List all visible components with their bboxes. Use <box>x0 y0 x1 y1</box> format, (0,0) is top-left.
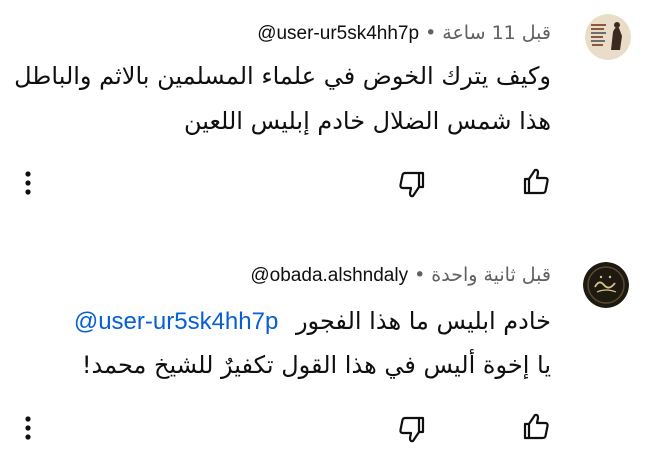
comment-text-line: وكيف يترك الخوض في علماء المسلمين بالاثم… <box>14 62 551 90</box>
more-options-button[interactable] <box>11 166 45 200</box>
comment-text: خادم ابليس ما هذا الفجور <box>295 307 551 335</box>
thumbs-down-icon <box>399 171 425 198</box>
comment-header: @obada.alshndaly • قبل ثانية واحدة <box>250 264 551 287</box>
author-avatar[interactable] <box>585 14 631 60</box>
thumbs-down-icon <box>399 416 425 443</box>
more-options-button[interactable] <box>11 411 45 445</box>
thumbs-up-icon <box>523 413 549 440</box>
separator-dot: • <box>414 264 426 286</box>
thumbs-up-icon <box>523 168 549 195</box>
author-handle[interactable]: @user-ur5sk4hh7p <box>257 23 419 44</box>
more-vert-icon <box>25 171 31 195</box>
author-handle[interactable]: @obada.alshndaly <box>250 265 408 286</box>
comment-time[interactable]: قبل 11 ساعة <box>442 22 551 44</box>
separator-dot: • <box>425 22 437 44</box>
comment-text-line: خادم ابليس ما هذا الفجور @user-ur5sk4hh7… <box>74 307 551 336</box>
mention-link[interactable]: @user-ur5sk4hh7p <box>74 308 278 335</box>
like-button[interactable] <box>518 409 552 443</box>
author-avatar[interactable] <box>583 262 629 308</box>
more-vert-icon <box>25 416 31 440</box>
dislike-button[interactable] <box>396 413 430 447</box>
comment-text-line: يا إخوة أليس في هذا القول تكفيرٌ للشيخ م… <box>81 351 551 379</box>
comment-header: @user-ur5sk4hh7p • قبل 11 ساعة <box>257 22 551 45</box>
dislike-button[interactable] <box>396 168 430 202</box>
comment-item: @obada.alshndaly • قبل ثانية واحدة خادم اب… <box>0 245 661 453</box>
comment-time[interactable]: قبل ثانية واحدة <box>431 264 551 286</box>
comment-text-line: هذا شمس الضلال خادم إبليس اللعين <box>183 107 551 135</box>
comment-item: @user-ur5sk4hh7p • قبل 11 ساعة وكيف يترك ا… <box>0 0 661 215</box>
like-button[interactable] <box>518 164 552 198</box>
